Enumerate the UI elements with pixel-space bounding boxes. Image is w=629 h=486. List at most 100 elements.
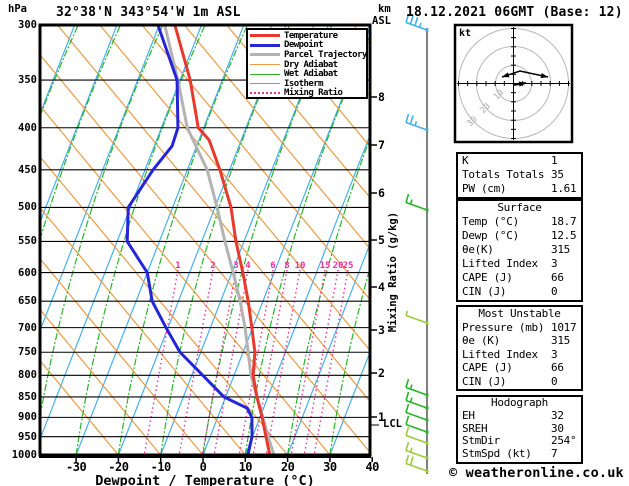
pressure-tick-label: 1000: [11, 449, 37, 461]
wind-barb-station-dot: [425, 406, 429, 410]
pressure-tick-label: 700: [18, 321, 37, 334]
wind-barb-tick-half: [418, 22, 422, 28]
table-row-label: CIN (J): [462, 285, 507, 298]
legend-swatch-blue: [250, 43, 280, 47]
pressure-tick-label: 650: [18, 295, 37, 308]
mixing-ratio-line: [303, 269, 339, 455]
wind-barb-tick-half: [409, 384, 413, 390]
table-row: Lifted Index 3: [458, 257, 581, 271]
table-row-label: Lifted Index: [462, 347, 538, 361]
mixing-ratio-label: 4: [245, 261, 251, 271]
wind-barb-tick-full: [405, 441, 410, 451]
wind-barb: [405, 378, 429, 397]
table-row: EH 32: [458, 408, 581, 423]
table-row-label: Lifted Index: [462, 257, 538, 270]
wind-barb-tick-full: [405, 403, 410, 413]
pressure-tick-label: 750: [18, 346, 37, 359]
table-row-label: K: [462, 154, 469, 167]
indices-table-hodograph: Hodograph EH 32 SREH 30 StmDir 254° StmSpd (kt)…: [456, 395, 583, 464]
skewt-sounding-app: 1 2 3 4 6 8 10 15 20 25 10 20 30 hPa 32°38'N 343°54'…: [0, 0, 629, 486]
table-row: PW (cm) 1.61: [458, 182, 581, 196]
table-row-label: EH: [462, 408, 475, 422]
table-row-value: 35: [551, 168, 564, 181]
legend-item: Mixing Ratio: [250, 88, 366, 99]
legend-swatch-magenta: [250, 92, 280, 95]
table-row: θe (K) 315: [458, 334, 581, 348]
km-tick-label: 6: [378, 186, 385, 200]
table-row-value: 1017: [551, 320, 577, 334]
wind-barb-station-dot: [425, 456, 429, 460]
mixing-ratio-line: [143, 269, 179, 455]
table-row: CIN (J) 0: [458, 375, 581, 389]
table-row-label: θe (K): [462, 334, 500, 347]
wind-barb-station-dot: [425, 208, 429, 212]
wind-barb-station-dot: [425, 128, 429, 132]
table-section-header: Surface: [497, 201, 542, 214]
legend-label: Wet Adiabat: [284, 69, 338, 80]
km-tick-label: 7: [378, 138, 385, 152]
pressure-tick-label: 900: [18, 411, 37, 424]
hodograph: 102030: [453, 23, 574, 144]
table-row-value: 315: [551, 334, 570, 347]
wind-barb-shaft: [405, 449, 428, 459]
wind-barb-tick-half: [414, 120, 418, 126]
table-row-value: 18.7: [551, 215, 577, 228]
table-row-value: 66: [551, 271, 564, 284]
wind-barb-tick-full: [409, 115, 414, 125]
wind-barb-station-dot: [425, 321, 429, 325]
legend-item: Parcel Trajectory: [250, 49, 367, 60]
mixing-ratio-label: 15: [320, 261, 331, 271]
table-row-label: Dewp (°C): [462, 229, 519, 242]
legend-swatch-cyan: [250, 83, 280, 85]
indices-table-summary: K 1 Totals Totals 35 PW (cm) 1.61: [456, 152, 583, 199]
table-row: Totals Totals 35: [458, 168, 581, 182]
wind-barb-shaft: [405, 434, 428, 444]
wind-barb-shaft: [405, 423, 428, 433]
table-row-label: Totals Totals: [462, 168, 545, 181]
legend-swatch-grey: [250, 53, 280, 57]
table-row: θe(K) 315: [458, 243, 581, 257]
legend-label: Parcel Trajectory: [284, 49, 367, 60]
wind-barb: [405, 310, 429, 325]
table-row-value: 3: [551, 347, 558, 361]
table-row-label: Temp (°C): [462, 215, 519, 228]
wind-barb-tick-full: [405, 391, 410, 401]
pressure-tick-label: 450: [18, 163, 37, 176]
wind-barb-shaft: [405, 462, 428, 472]
pressure-tick-label: 850: [18, 390, 37, 403]
legend-item: Dry Adiabat: [250, 60, 366, 70]
table-row-label: CAPE (J): [462, 271, 513, 284]
legend-label: Dewpoint: [284, 40, 324, 51]
wind-barb-station-dot: [425, 393, 429, 397]
legend-box: Temperature Dewpoint Parcel Trajectory Dry …: [246, 28, 368, 99]
wind-barb-station-dot: [425, 469, 429, 473]
wind-barb-tick-half: [409, 199, 413, 205]
height-axis-unit-asl: ASL: [372, 15, 391, 27]
table-row-label: StmSpd (kt): [462, 447, 532, 461]
pressure-tick-label: 600: [18, 266, 37, 279]
mixing-ratio-label: 10: [295, 261, 306, 271]
legend-label: Mixing Ratio: [284, 88, 343, 99]
table-section-header: Hodograph: [491, 396, 548, 409]
height-axis-unit-km: km: [378, 3, 391, 15]
wind-barb: [405, 113, 429, 132]
mixing-ratio-label: 2: [210, 261, 215, 271]
table-row: CAPE (J) 66: [458, 271, 581, 285]
wind-barb-tick-full: [409, 456, 414, 466]
table-row-value: 66: [551, 361, 564, 374]
wind-barb-tick-full: [405, 426, 410, 436]
table-row-label: CIN (J): [462, 374, 507, 388]
mixing-ratio-label: 3: [233, 261, 238, 271]
legend-swatch-orange: [250, 64, 280, 66]
table-row: Pressure (mb) 1017: [458, 321, 581, 335]
table-row-label: SREH: [462, 421, 488, 435]
pressure-tick-label: 950: [18, 430, 37, 443]
table-row-label: StmDir: [462, 434, 500, 448]
wind-barb-tick-full: [405, 193, 410, 203]
pressure-tick-label: 500: [18, 201, 37, 214]
legend-item: Wet Adiabat: [250, 69, 366, 79]
table-row-label: Pressure (mb): [462, 320, 545, 334]
legend-swatch-red: [250, 34, 280, 38]
temperature-tick-label: 40: [365, 460, 379, 474]
table-row: CIN (J) 0: [458, 285, 581, 299]
